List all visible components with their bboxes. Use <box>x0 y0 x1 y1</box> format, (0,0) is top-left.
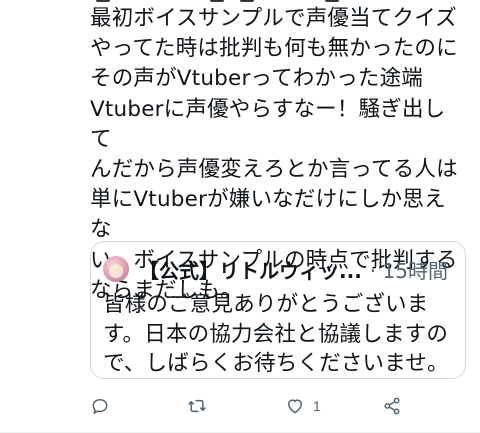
heart-icon <box>288 399 302 414</box>
reply-button[interactable] <box>90 392 110 420</box>
quoted-tweet-header: 【公式】リトルウィッ... · 15時間 <box>103 254 455 284</box>
avatar[interactable] <box>103 256 129 282</box>
like-button[interactable]: 1 <box>285 392 321 420</box>
quoted-tweet-time[interactable]: · 15時間 <box>370 255 448 284</box>
retweet-icon <box>188 399 206 413</box>
previous-text-fragment <box>90 0 450 2</box>
like-count: 1 <box>313 398 321 414</box>
quoted-tweet-card[interactable]: 【公式】リトルウィッ... · 15時間 皆様のご意見ありがとうございま す。日… <box>90 241 466 379</box>
share-icon <box>384 397 400 415</box>
reply-icon <box>92 399 108 414</box>
share-button[interactable] <box>382 392 402 420</box>
quoted-author-name[interactable]: 【公式】リトルウィッ... <box>139 255 362 284</box>
quoted-tweet-text: 皆様のご意見ありがとうございま す。日本の協力会社と協議しますの で、しばらくお… <box>103 292 449 376</box>
tweet-action-bar: 1 <box>90 392 420 420</box>
retweet-button[interactable] <box>187 392 207 420</box>
